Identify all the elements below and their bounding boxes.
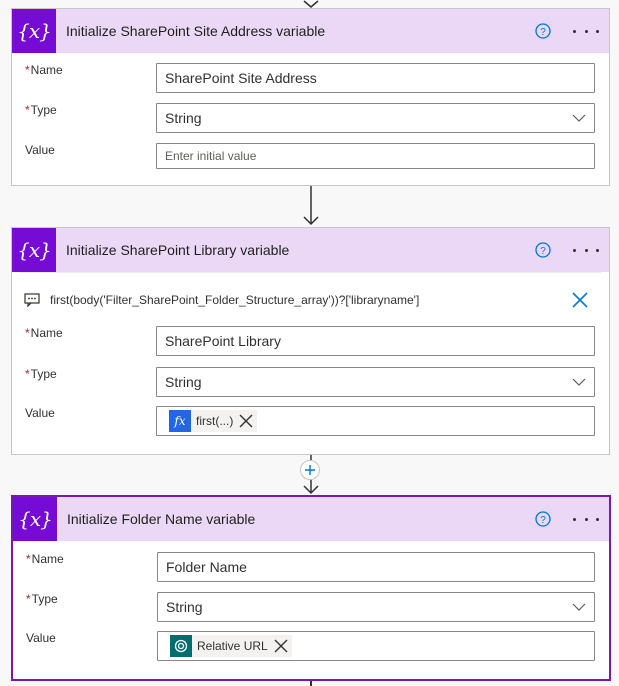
more-options-icon[interactable] bbox=[573, 21, 599, 41]
type-row: *Type String bbox=[12, 103, 609, 135]
value-row: Value Relative URL bbox=[13, 631, 609, 663]
required-marker: * bbox=[25, 326, 30, 340]
card-header[interactable]: {x} Initialize Folder Name variable ? bbox=[13, 497, 609, 541]
value-input[interactable]: Enter initial value bbox=[156, 143, 595, 169]
type-dropdown[interactable]: String bbox=[156, 103, 595, 133]
required-marker: * bbox=[25, 367, 30, 381]
type-label: Type bbox=[30, 367, 57, 381]
card-header[interactable]: {x} Initialize SharePoint Site Address v… bbox=[12, 9, 609, 53]
more-options-icon[interactable] bbox=[573, 509, 599, 529]
plus-icon bbox=[305, 465, 315, 475]
help-icon[interactable]: ? bbox=[535, 511, 551, 527]
value-row: Value fx first(...) bbox=[12, 406, 609, 438]
card-header[interactable]: {x} Initialize SharePoint Library variab… bbox=[12, 228, 609, 272]
connector-line bbox=[310, 681, 312, 686]
required-marker: * bbox=[26, 592, 31, 606]
name-label: Name bbox=[31, 552, 64, 566]
type-dropdown[interactable]: String bbox=[156, 367, 595, 397]
type-label: Type bbox=[31, 592, 58, 606]
divider bbox=[20, 272, 601, 273]
type-row: *Type String bbox=[12, 367, 609, 399]
name-row: *Name SharePoint Site Address bbox=[12, 63, 609, 95]
card-title: Initialize SharePoint Site Address varia… bbox=[66, 23, 326, 39]
name-field[interactable]: Folder Name bbox=[157, 552, 595, 582]
type-row: *Type String bbox=[13, 592, 609, 624]
more-options-icon[interactable] bbox=[573, 240, 599, 260]
connector-arrow bbox=[303, 186, 319, 226]
comment-icon bbox=[24, 293, 40, 307]
type-value: String bbox=[165, 374, 202, 390]
token-label: first(...) bbox=[196, 414, 234, 428]
token-label: Relative URL bbox=[197, 639, 268, 653]
card-title: Initialize SharePoint Library variable bbox=[66, 242, 290, 258]
name-field[interactable]: SharePoint Site Address bbox=[156, 63, 595, 93]
help-icon[interactable]: ? bbox=[535, 242, 551, 258]
svg-text:?: ? bbox=[540, 246, 546, 257]
name-label: Name bbox=[30, 326, 63, 340]
svg-text:?: ? bbox=[540, 515, 546, 526]
svg-text:?: ? bbox=[540, 27, 546, 38]
name-field[interactable]: SharePoint Library bbox=[156, 326, 595, 356]
name-row: *Name Folder Name bbox=[13, 552, 609, 584]
required-marker: * bbox=[25, 103, 30, 117]
expression-comment: first(body('Filter_SharePoint_Folder_Str… bbox=[24, 288, 597, 312]
chevron-down-icon bbox=[572, 378, 586, 386]
help-icon[interactable]: ? bbox=[535, 23, 551, 39]
action-card-folder-name[interactable]: {x} Initialize Folder Name variable ? *N… bbox=[11, 495, 611, 681]
variable-icon: {x} bbox=[13, 497, 57, 541]
value-label: Value bbox=[25, 143, 55, 157]
remove-token-icon[interactable] bbox=[274, 639, 288, 653]
expression-token[interactable]: fx first(...) bbox=[169, 410, 258, 432]
variable-icon: {x} bbox=[12, 228, 56, 272]
required-marker: * bbox=[26, 552, 31, 566]
card-title: Initialize Folder Name variable bbox=[67, 511, 256, 527]
action-card-site-address[interactable]: {x} Initialize SharePoint Site Address v… bbox=[11, 8, 610, 186]
value-input[interactable]: fx first(...) bbox=[156, 406, 595, 436]
value-row: Value Enter initial value bbox=[12, 143, 609, 175]
value-input[interactable]: Relative URL bbox=[157, 631, 595, 661]
value-label: Value bbox=[26, 631, 56, 645]
type-label: Type bbox=[30, 103, 57, 117]
close-icon[interactable] bbox=[571, 291, 589, 309]
fx-icon: fx bbox=[169, 410, 191, 432]
sharepoint-icon bbox=[170, 635, 192, 657]
action-card-library[interactable]: {x} Initialize SharePoint Library variab… bbox=[11, 227, 610, 455]
name-label: Name bbox=[30, 63, 63, 77]
required-marker: * bbox=[25, 63, 30, 77]
type-value: String bbox=[166, 599, 203, 615]
remove-token-icon[interactable] bbox=[239, 414, 253, 428]
name-row: *Name SharePoint Library bbox=[12, 326, 609, 358]
type-dropdown[interactable]: String bbox=[157, 592, 595, 622]
chevron-down-icon bbox=[572, 114, 586, 122]
type-value: String bbox=[165, 110, 202, 126]
value-label: Value bbox=[25, 406, 55, 420]
dynamic-content-token[interactable]: Relative URL bbox=[170, 635, 292, 657]
insert-step-button[interactable] bbox=[300, 460, 320, 480]
variable-icon: {x} bbox=[12, 9, 56, 53]
chevron-down-icon bbox=[572, 603, 586, 611]
comment-text: first(body('Filter_SharePoint_Folder_Str… bbox=[50, 293, 420, 307]
